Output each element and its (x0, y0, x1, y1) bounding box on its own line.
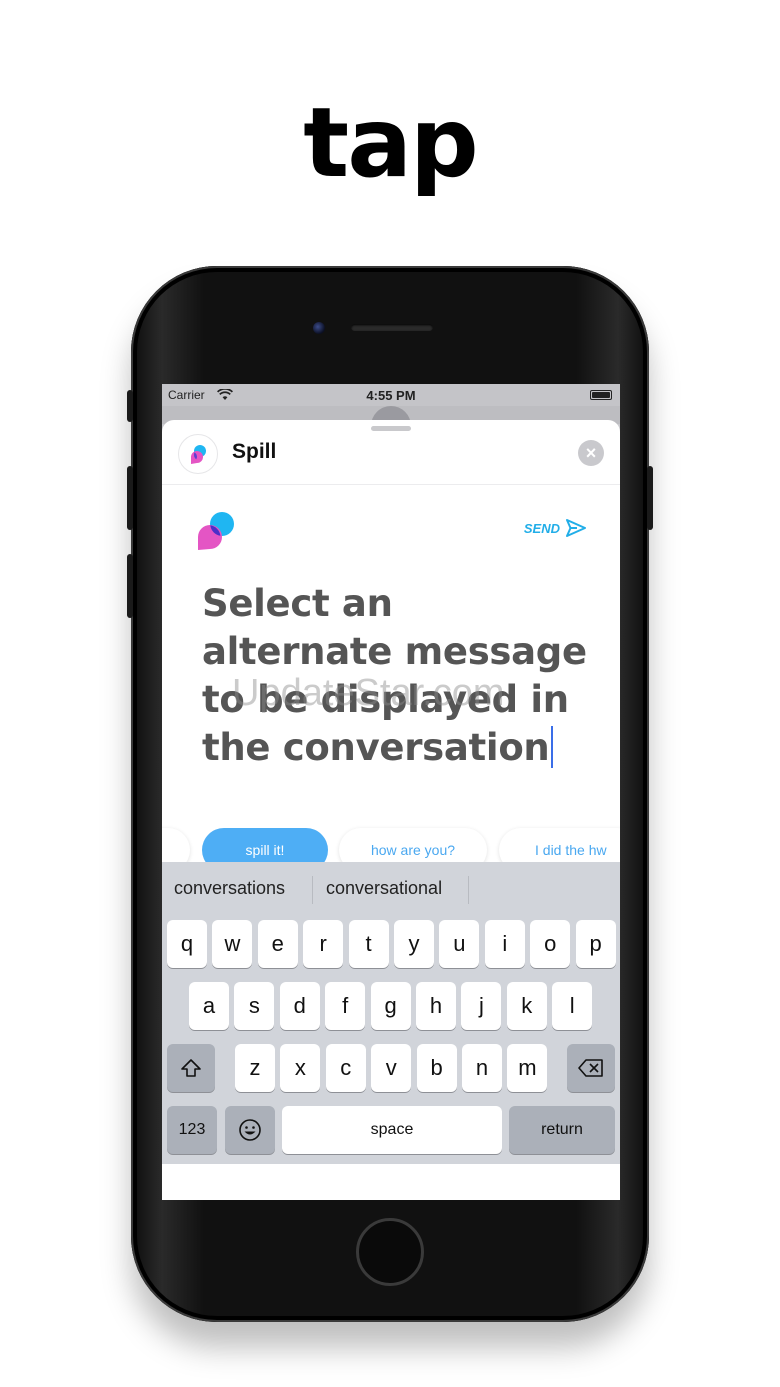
emoji-key[interactable] (225, 1106, 275, 1154)
numbers-key[interactable]: 123 (167, 1106, 217, 1154)
clock: 4:55 PM (366, 388, 416, 403)
key-i[interactable]: i (484, 920, 525, 968)
front-camera (313, 322, 325, 334)
prediction-item[interactable]: conversational (326, 878, 442, 899)
key-l[interactable]: l (552, 982, 593, 1030)
sheet-header: Spill × (162, 432, 620, 485)
key-h[interactable]: h (416, 982, 456, 1030)
phone-frame: Carrier 4:55 PM Spill × SEND Select an a… (127, 266, 653, 1322)
key-u[interactable]: u (439, 920, 480, 968)
headline: tap (303, 87, 478, 199)
screen: Carrier 4:55 PM Spill × SEND Select an a… (162, 384, 620, 1200)
keyboard: conversations conversational qwertyuiop a… (162, 862, 620, 1164)
watermark: UpdateStar.com (232, 672, 505, 714)
key-a[interactable]: a (189, 982, 229, 1030)
key-y[interactable]: y (394, 920, 434, 968)
spill-logo-icon (196, 510, 238, 552)
earpiece-speaker (351, 324, 433, 331)
key-d[interactable]: d (279, 982, 320, 1030)
key-k[interactable]: k (506, 982, 547, 1030)
volume-down-button (127, 554, 133, 618)
send-label: SEND (523, 520, 560, 536)
key-t[interactable]: t (348, 920, 389, 968)
key-j[interactable]: j (461, 982, 502, 1030)
backspace-icon (578, 1059, 603, 1077)
key-e[interactable]: e (257, 920, 298, 968)
key-r[interactable]: r (303, 920, 344, 968)
key-v[interactable]: v (371, 1044, 412, 1092)
key-n[interactable]: n (462, 1044, 502, 1092)
volume-up-button (127, 466, 133, 530)
key-x[interactable]: x (280, 1044, 321, 1092)
home-button[interactable] (356, 1218, 424, 1286)
delete-key[interactable] (567, 1044, 615, 1092)
key-g[interactable]: g (370, 982, 411, 1030)
key-c[interactable]: c (325, 1044, 366, 1092)
key-z[interactable]: z (235, 1044, 275, 1092)
key-w[interactable]: w (212, 920, 253, 968)
prediction-item[interactable]: conversations (174, 878, 285, 899)
prediction-divider (468, 876, 469, 904)
status-bar: Carrier 4:55 PM (162, 384, 620, 406)
shift-icon (181, 1059, 201, 1077)
spill-app-icon (178, 434, 218, 474)
space-key[interactable]: space (282, 1106, 502, 1154)
key-f[interactable]: f (325, 982, 366, 1030)
app-title: Spill (232, 440, 277, 463)
mute-switch (127, 390, 133, 422)
emoji-icon (239, 1119, 261, 1141)
key-b[interactable]: b (416, 1044, 457, 1092)
sheet-grabber[interactable] (371, 426, 411, 431)
shift-key[interactable] (167, 1044, 215, 1092)
text-cursor (551, 726, 554, 768)
key-s[interactable]: s (234, 982, 275, 1030)
send-button[interactable]: SEND (524, 518, 586, 538)
predictive-bar: conversations conversational (162, 862, 620, 912)
prediction-divider (312, 876, 313, 904)
return-key[interactable]: return (509, 1106, 615, 1154)
send-arrow-icon (566, 519, 586, 537)
power-button (647, 466, 653, 530)
key-m[interactable]: m (507, 1044, 548, 1092)
key-p[interactable]: p (575, 920, 616, 968)
key-o[interactable]: o (530, 920, 571, 968)
battery-icon (590, 390, 612, 400)
close-button[interactable]: × (578, 440, 604, 466)
key-q[interactable]: q (167, 920, 207, 968)
